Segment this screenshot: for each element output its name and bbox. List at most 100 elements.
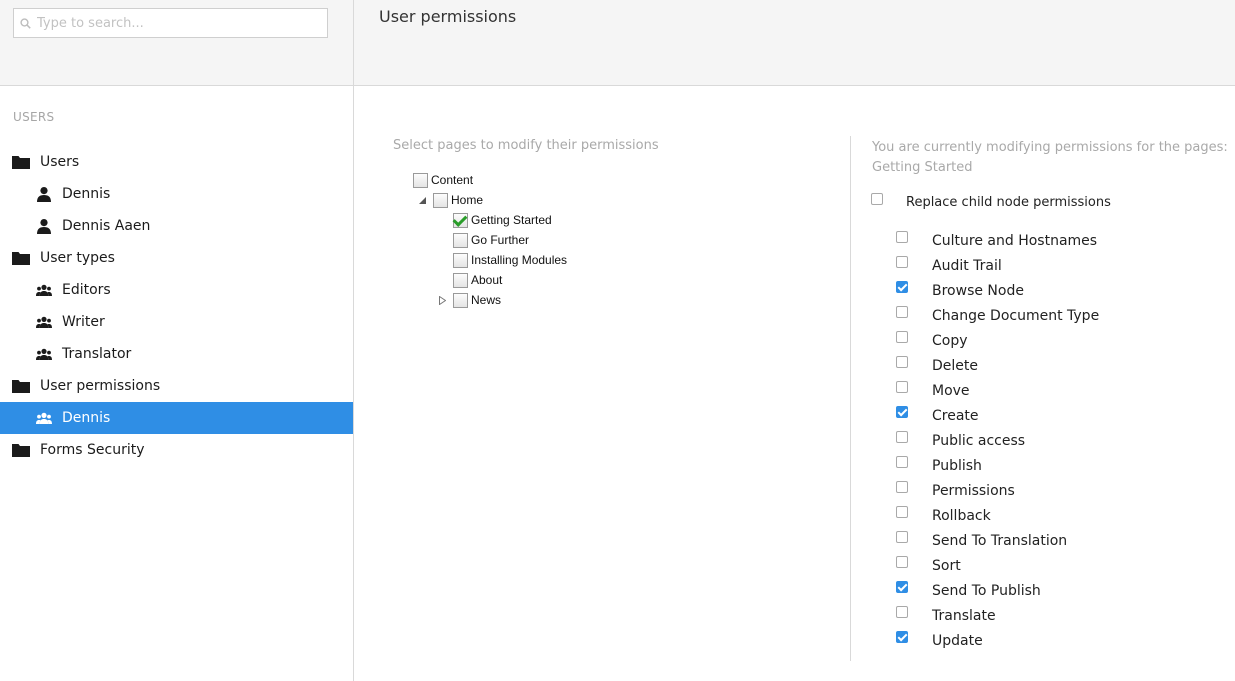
- permission-label: Delete: [932, 357, 978, 374]
- permission-translate[interactable]: Translate: [896, 603, 1099, 628]
- permission-checkbox[interactable]: [896, 580, 908, 593]
- permission-delete[interactable]: Delete: [896, 353, 1099, 378]
- permission-checkbox[interactable]: [896, 455, 908, 468]
- user-icon: [34, 218, 54, 234]
- sidebar-item-label: User permissions: [40, 378, 161, 394]
- search-input[interactable]: [37, 15, 317, 31]
- content-tree-checkbox[interactable]: [453, 232, 468, 248]
- permission-permissions[interactable]: Permissions: [896, 478, 1099, 503]
- permission-checkbox[interactable]: [896, 330, 908, 343]
- permission-send-to-translation[interactable]: Send To Translation: [896, 528, 1099, 553]
- sidebar-item-user-types[interactable]: User types: [0, 242, 353, 274]
- sidebar-item-dennis[interactable]: Dennis: [0, 178, 353, 210]
- permission-label: Change Document Type: [932, 307, 1100, 324]
- replace-child-permissions-checkbox[interactable]: [871, 192, 883, 205]
- permission-checkbox[interactable]: [896, 630, 908, 643]
- permission-checkbox[interactable]: [896, 380, 908, 393]
- permission-update[interactable]: Update: [896, 628, 1099, 653]
- permission-public-access[interactable]: Public access: [896, 428, 1099, 453]
- permission-list: Culture and Hostnames Audit Trail Browse N…: [896, 228, 1099, 653]
- content-tree-checkbox[interactable]: [453, 252, 468, 268]
- content-tree-node[interactable]: Getting Started: [410, 210, 567, 230]
- sidebar-item-translator[interactable]: Translator: [0, 338, 353, 370]
- permission-checkbox[interactable]: [896, 230, 908, 243]
- sidebar-item-label: Forms Security: [40, 442, 145, 458]
- triangle-expanded-icon[interactable]: [417, 195, 427, 205]
- replace-child-permissions-row[interactable]: Replace child node permissions: [871, 192, 1111, 210]
- folder-icon: [11, 250, 31, 266]
- content-tree-label: Getting Started: [471, 213, 552, 227]
- permission-checkbox[interactable]: [896, 555, 908, 568]
- pane-divider: [850, 136, 851, 661]
- permission-change-document-type[interactable]: Change Document Type: [896, 303, 1099, 328]
- users-group-icon: [34, 282, 54, 298]
- content-tree-node[interactable]: Home: [410, 190, 567, 210]
- permission-checkbox[interactable]: [896, 405, 908, 418]
- folder-icon: [11, 154, 31, 170]
- sidebar-tree: Users Dennis Dennis Aaen User types Editors W…: [0, 146, 353, 466]
- content-tree-label: Installing Modules: [471, 253, 568, 267]
- users-group-icon: [34, 410, 54, 426]
- permission-copy[interactable]: Copy: [896, 328, 1099, 353]
- sidebar-item-label: Editors: [62, 282, 111, 298]
- sidebar-item-editors[interactable]: Editors: [0, 274, 353, 306]
- sidebar-item-dennis[interactable]: Dennis: [0, 402, 353, 434]
- sidebar-search-area: [0, 0, 353, 86]
- permission-rollback[interactable]: Rollback: [896, 503, 1099, 528]
- modifying-info-pages: Getting Started: [872, 160, 973, 175]
- permission-checkbox[interactable]: [896, 605, 908, 618]
- permission-sort[interactable]: Sort: [896, 553, 1099, 578]
- permission-label: Culture and Hostnames: [932, 232, 1098, 249]
- sidebar-item-user-permissions[interactable]: User permissions: [0, 370, 353, 402]
- permission-publish[interactable]: Publish: [896, 453, 1099, 478]
- content-tree-label: Content: [431, 173, 474, 187]
- content-tree-node[interactable]: News: [410, 290, 567, 310]
- permission-checkbox[interactable]: [896, 530, 908, 543]
- permission-checkbox[interactable]: [896, 505, 908, 518]
- permission-create[interactable]: Create: [896, 403, 1099, 428]
- sidebar-item-label: Translator: [62, 346, 132, 362]
- content-tree-checkbox[interactable]: [453, 212, 468, 228]
- permission-audit-trail[interactable]: Audit Trail: [896, 253, 1099, 278]
- page-header: User permissions: [354, 0, 1235, 86]
- search-box[interactable]: [13, 8, 328, 38]
- content-tree-node[interactable]: Go Further: [410, 230, 567, 250]
- content-tree-node[interactable]: Content: [410, 170, 567, 190]
- permission-browse-node[interactable]: Browse Node: [896, 278, 1099, 303]
- folder-icon: [11, 442, 31, 458]
- sidebar-item-writer[interactable]: Writer: [0, 306, 353, 338]
- permission-label: Move: [932, 382, 970, 399]
- permission-label: Send To Translation: [932, 532, 1068, 549]
- permission-checkbox[interactable]: [896, 255, 908, 268]
- permission-checkbox[interactable]: [896, 355, 908, 368]
- sidebar-item-dennis-aaen[interactable]: Dennis Aaen: [0, 210, 353, 242]
- content-tree-label: Home: [451, 193, 484, 207]
- content-tree-checkbox[interactable]: [453, 272, 468, 288]
- folder-icon: [11, 378, 31, 394]
- content-tree-checkbox[interactable]: [413, 172, 428, 188]
- permission-label: Copy: [932, 332, 968, 349]
- content-tree-node[interactable]: About: [410, 270, 567, 290]
- content-tree-node[interactable]: Installing Modules: [410, 250, 567, 270]
- permission-checkbox[interactable]: [896, 430, 908, 443]
- permission-culture-and-hostnames[interactable]: Culture and Hostnames: [896, 228, 1099, 253]
- permission-label: Translate: [932, 607, 996, 624]
- content-tree-label: News: [471, 293, 502, 307]
- content-tree-checkbox[interactable]: [433, 192, 448, 208]
- permission-checkbox[interactable]: [896, 480, 908, 493]
- content-tree-checkbox[interactable]: [453, 292, 468, 308]
- permission-label: Rollback: [932, 507, 991, 524]
- search-icon: [20, 17, 31, 29]
- sidebar-item-forms-security[interactable]: Forms Security: [0, 434, 353, 466]
- permission-label: Create: [932, 407, 979, 424]
- permission-label: Update: [932, 632, 983, 649]
- permission-send-to-publish[interactable]: Send To Publish: [896, 578, 1099, 603]
- permission-checkbox[interactable]: [896, 305, 908, 318]
- sidebar-item-label: Dennis: [62, 410, 111, 426]
- permission-checkbox[interactable]: [896, 280, 908, 293]
- permission-move[interactable]: Move: [896, 378, 1099, 403]
- sidebar-item-label: Users: [40, 154, 80, 170]
- sidebar-item-users[interactable]: Users: [0, 146, 353, 178]
- replace-child-permissions-label: Replace child node permissions: [906, 195, 1111, 210]
- triangle-collapsed-icon[interactable]: [437, 295, 447, 305]
